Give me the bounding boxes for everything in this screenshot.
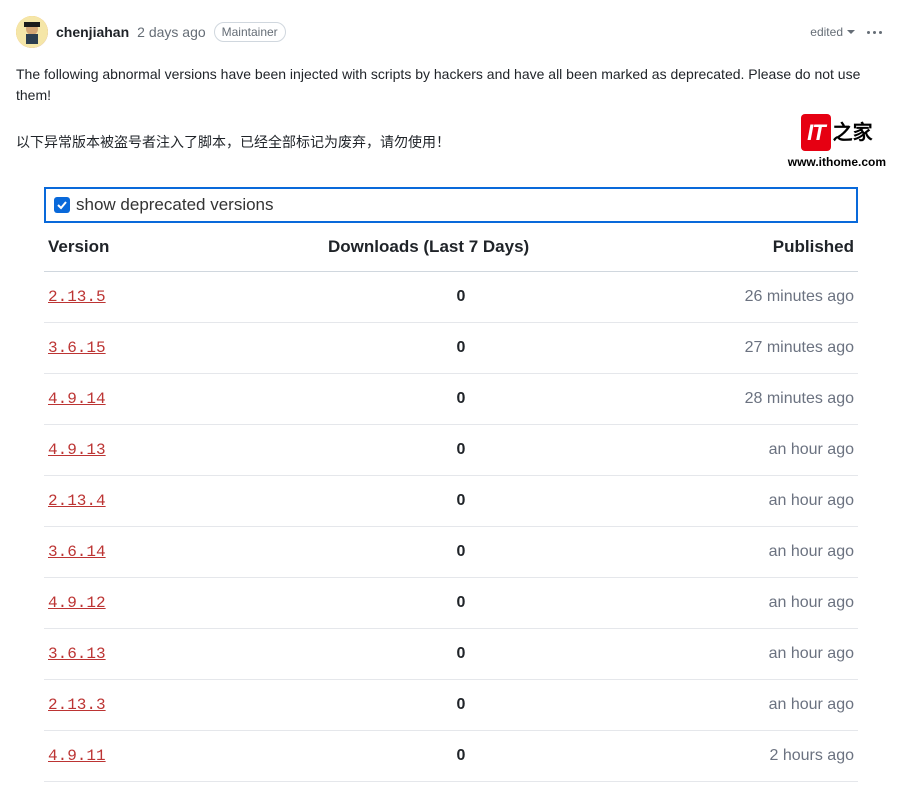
cell-version: 4.9.14 xyxy=(48,390,328,408)
version-link[interactable]: 2.13.3 xyxy=(48,696,106,714)
cell-published: an hour ago xyxy=(654,645,854,663)
cell-downloads: 0 xyxy=(328,747,654,765)
cell-downloads: 0 xyxy=(328,594,654,612)
cell-downloads: 0 xyxy=(328,696,654,714)
timestamp: 2 days ago xyxy=(137,24,206,40)
kebab-dot-icon xyxy=(867,31,870,34)
table-header: Version Downloads (Last 7 Days) Publishe… xyxy=(44,227,858,272)
table-row: 3.6.13 0an hour ago xyxy=(44,629,858,680)
table-row: 3.6.15 027 minutes ago xyxy=(44,323,858,374)
checkbox-row: show deprecated versions xyxy=(44,187,858,223)
cell-version: 4.9.11 xyxy=(48,747,328,765)
cell-version: 2.13.4 xyxy=(48,492,328,510)
table-row: 2.13.5 026 minutes ago xyxy=(44,272,858,323)
body-text-en: The following abnormal versions have bee… xyxy=(16,64,886,106)
header-right: edited xyxy=(810,25,886,39)
column-version: Version xyxy=(48,237,328,257)
table-row: 4.9.14 028 minutes ago xyxy=(44,374,858,425)
watermark-url: www.ithome.com xyxy=(788,153,886,171)
cell-published: 28 minutes ago xyxy=(654,390,854,408)
table-row: 2.13.4 0an hour ago xyxy=(44,476,858,527)
kebab-menu[interactable] xyxy=(863,27,886,38)
cell-published: 2 hours ago xyxy=(654,747,854,765)
show-deprecated-checkbox[interactable] xyxy=(54,197,70,213)
version-link[interactable]: 4.9.12 xyxy=(48,594,106,612)
version-link[interactable]: 3.6.14 xyxy=(48,543,106,561)
maintainer-badge: Maintainer xyxy=(214,22,286,42)
table-row: 2.13.3 0an hour ago xyxy=(44,680,858,731)
cell-published: 27 minutes ago xyxy=(654,339,854,357)
version-link[interactable]: 2.13.4 xyxy=(48,492,106,510)
edited-label: edited xyxy=(810,25,843,39)
cell-version: 3.6.14 xyxy=(48,543,328,561)
version-link[interactable]: 2.13.5 xyxy=(48,288,106,306)
comment-body: The following abnormal versions have bee… xyxy=(16,64,886,171)
cell-downloads: 0 xyxy=(328,645,654,663)
table-row: 4.9.13 0an hour ago xyxy=(44,425,858,476)
cell-downloads: 0 xyxy=(328,543,654,561)
edited-indicator[interactable]: edited xyxy=(810,25,855,39)
cell-downloads: 0 xyxy=(328,339,654,357)
cell-version: 2.13.3 xyxy=(48,696,328,714)
cell-published: an hour ago xyxy=(654,492,854,510)
table-row: 3.6.14 0an hour ago xyxy=(44,527,858,578)
kebab-dot-icon xyxy=(879,31,882,34)
header-left: chenjiahan 2 days ago Maintainer xyxy=(16,16,286,48)
cell-published: an hour ago xyxy=(654,696,854,714)
body-text-cn: 以下异常版本被盗号者注入了脚本，已经全部标记为废弃，请勿使用！ xyxy=(16,132,450,153)
watermark: IT 之家 www.ithome.com xyxy=(788,114,886,171)
version-link[interactable]: 3.6.15 xyxy=(48,339,106,357)
table-row: 4.9.11 02 hours ago xyxy=(44,731,858,782)
watermark-suffix: 之家 xyxy=(833,118,873,148)
cell-version: 4.9.12 xyxy=(48,594,328,612)
cell-published: 26 minutes ago xyxy=(654,288,854,306)
cell-downloads: 0 xyxy=(328,390,654,408)
cell-published: an hour ago xyxy=(654,594,854,612)
avatar[interactable] xyxy=(16,16,48,48)
version-link[interactable]: 4.9.14 xyxy=(48,390,106,408)
watermark-logo-text: IT xyxy=(801,114,831,151)
cell-version: 4.9.13 xyxy=(48,441,328,459)
comment-header: chenjiahan 2 days ago Maintainer edited xyxy=(16,16,886,48)
cell-version: 3.6.15 xyxy=(48,339,328,357)
caret-down-icon xyxy=(847,30,855,34)
cell-downloads: 0 xyxy=(328,441,654,459)
watermark-logo: IT 之家 xyxy=(801,114,873,151)
versions-panel: show deprecated versions Version Downloa… xyxy=(44,187,858,782)
version-link[interactable]: 4.9.11 xyxy=(48,747,106,765)
cell-downloads: 0 xyxy=(328,492,654,510)
column-published: Published xyxy=(654,237,854,257)
version-link[interactable]: 3.6.13 xyxy=(48,645,106,663)
column-downloads: Downloads (Last 7 Days) xyxy=(328,237,654,257)
cell-version: 3.6.13 xyxy=(48,645,328,663)
username[interactable]: chenjiahan xyxy=(56,24,129,40)
cell-downloads: 0 xyxy=(328,288,654,306)
checkbox-label: show deprecated versions xyxy=(76,195,274,215)
cell-published: an hour ago xyxy=(654,543,854,561)
kebab-dot-icon xyxy=(873,31,876,34)
version-link[interactable]: 4.9.13 xyxy=(48,441,106,459)
table-row: 4.9.12 0an hour ago xyxy=(44,578,858,629)
cell-published: an hour ago xyxy=(654,441,854,459)
cell-version: 2.13.5 xyxy=(48,288,328,306)
